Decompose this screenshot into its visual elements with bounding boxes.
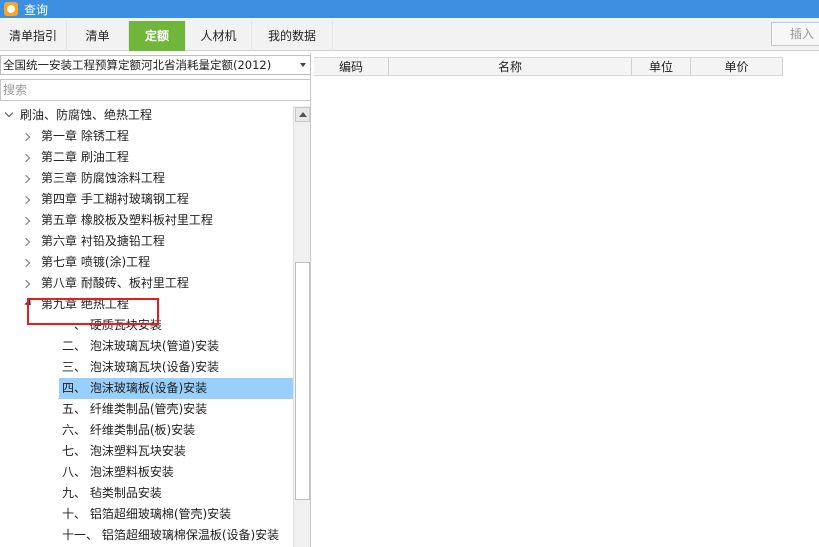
expanded-triangle-icon[interactable] — [24, 298, 34, 309]
quota-library-select[interactable]: 全国统一安装工程预算定额河北省消耗量定额(2012) — [0, 55, 311, 75]
chevron-down-icon[interactable] — [300, 63, 306, 67]
chevron-right-icon[interactable] — [21, 216, 31, 226]
tree-section-label: 九、 毡类制品安装 — [62, 486, 162, 500]
tree-section[interactable]: 二、 泡沫玻璃瓦块(管道)安装 — [0, 336, 293, 357]
tree-section[interactable]: 十一、 铝箔超细玻璃棉保温板(设备)安装 — [0, 525, 293, 546]
chevron-right-icon[interactable] — [21, 195, 31, 205]
tree-chapter[interactable]: 第六章 衬铅及搪铅工程 — [0, 231, 293, 252]
tab-quota[interactable]: 定额 — [129, 21, 186, 51]
tree-section-label: 四、 泡沫玻璃板(设备)安装 — [62, 381, 208, 395]
tree-chapter-label: 第七章 喷镀(涂)工程 — [41, 255, 151, 269]
tree-section[interactable]: 十、 铝箔超细玻璃棉(管壳)安装 — [0, 504, 293, 525]
tree-section-label: 十一、 铝箔超细玻璃棉保温板(设备)安装 — [62, 528, 280, 542]
tree-section[interactable]: 三、 泡沫玻璃瓦块(设备)安装 — [0, 357, 293, 378]
tree-section-label: 十、 铝箔超细玻璃棉(管壳)安装 — [62, 507, 232, 521]
tree-chapter[interactable]: 第八章 耐酸砖、板衬里工程 — [0, 273, 293, 294]
tree-section[interactable]: 一、 硬质瓦块安装 — [0, 315, 293, 336]
tree-root-label: 刷油、防腐蚀、绝热工程 — [20, 108, 153, 122]
window-title: 查询 — [24, 2, 49, 17]
chevron-right-icon[interactable] — [21, 279, 31, 289]
title-bar: 查询 — [0, 0, 819, 18]
tree-chapter[interactable]: 第三章 防腐蚀涂料工程 — [0, 168, 293, 189]
quota-table-panel: 编码 名称 单位 单价 — [312, 53, 819, 547]
tree-section-label: 五、 纤维类制品(管壳)安装 — [62, 402, 208, 416]
tree-chapter-expanded[interactable]: 第九章 绝热工程 — [0, 294, 293, 315]
column-header-name[interactable]: 名称 — [389, 58, 632, 76]
tree-section-label: 三、 泡沫玻璃瓦块(设备)安装 — [62, 360, 220, 374]
chevron-right-icon[interactable] — [21, 174, 31, 184]
tree-chapter-label: 第八章 耐酸砖、板衬里工程 — [41, 276, 189, 290]
table-header: 编码 名称 单位 单价 — [314, 57, 783, 76]
tab-bill[interactable]: 清单 — [67, 21, 129, 51]
tree-section-label: 六、 纤维类制品(板)安装 — [62, 423, 196, 437]
column-header-unit[interactable]: 单位 — [632, 58, 691, 76]
scroll-up-arrow-icon[interactable] — [295, 107, 310, 122]
tree-section-selected[interactable]: 四、 泡沫玻璃板(设备)安装 — [59, 378, 293, 399]
tree-chapter[interactable]: 第四章 手工糊衬玻璃钢工程 — [0, 189, 293, 210]
tree-chapter[interactable]: 第五章 橡胶板及塑料板衬里工程 — [0, 210, 293, 231]
tree-chapter-label: 第四章 手工糊衬玻璃钢工程 — [41, 192, 189, 206]
tree-chapter-label: 第一章 除锈工程 — [41, 129, 129, 143]
chevron-down-icon[interactable] — [4, 108, 14, 118]
tree-scrollbar[interactable] — [293, 106, 310, 547]
tree-section[interactable]: 九、 毡类制品安装 — [0, 483, 293, 504]
app-icon — [4, 2, 18, 16]
tree-section[interactable]: 七、 泡沫塑料瓦块安装 — [0, 441, 293, 462]
tree-section-label: 二、 泡沫玻璃瓦块(管道)安装 — [62, 339, 220, 353]
chevron-right-icon[interactable] — [21, 132, 31, 142]
tree-chapter[interactable]: 第一章 除锈工程 — [0, 126, 293, 147]
quota-library-value: 全国统一安装工程预算定额河北省消耗量定额(2012) — [3, 58, 272, 72]
tree-root[interactable]: 刷油、防腐蚀、绝热工程 — [0, 105, 293, 126]
tree-chapter[interactable]: 第二章 刷油工程 — [0, 147, 293, 168]
tree-section-label: 八、 泡沫塑料板安装 — [62, 465, 174, 479]
left-panel: 全国统一安装工程预算定额河北省消耗量定额(2012) 刷油、防腐蚀、绝热工程 第… — [0, 53, 311, 547]
column-header-code[interactable]: 编码 — [314, 58, 389, 76]
tree-section[interactable]: 五、 纤维类制品(管壳)安装 — [0, 399, 293, 420]
insert-button[interactable]: 插入 — [771, 22, 819, 46]
quota-tree: 刷油、防腐蚀、绝热工程 第一章 除锈工程 第二章 刷油工程 第三章 防腐蚀涂料工… — [0, 105, 293, 547]
tree-chapter-label: 第三章 防腐蚀涂料工程 — [41, 171, 165, 185]
tree-chapter[interactable]: 第七章 喷镀(涂)工程 — [0, 252, 293, 273]
chevron-right-icon[interactable] — [21, 153, 31, 163]
tree-chapter-label: 第五章 橡胶板及塑料板衬里工程 — [41, 213, 213, 227]
tree-section[interactable]: 六、 纤维类制品(板)安装 — [0, 420, 293, 441]
chevron-right-icon[interactable] — [21, 258, 31, 268]
scrollbar-thumb[interactable] — [295, 262, 310, 500]
search-input[interactable] — [0, 79, 311, 101]
column-header-unit-price[interactable]: 单价 — [691, 58, 783, 76]
tab-my-data[interactable]: 我的数据 — [252, 21, 333, 51]
tree-section-label: 七、 泡沫塑料瓦块安装 — [62, 444, 186, 458]
tree-section-label: 一、 硬质瓦块安装 — [62, 318, 162, 332]
tab-bill-guide[interactable]: 清单指引 — [0, 21, 67, 51]
tab-bar: 清单指引 清单 定额 人材机 我的数据 — [0, 18, 819, 51]
tree-chapter-label: 第二章 刷油工程 — [41, 150, 129, 164]
chevron-right-icon[interactable] — [21, 237, 31, 247]
tree-chapter-label: 第九章 绝热工程 — [41, 297, 129, 311]
tab-labor-material-machine[interactable]: 人材机 — [186, 21, 252, 51]
tree-section[interactable]: 八、 泡沫塑料板安装 — [0, 462, 293, 483]
tree-chapter-label: 第六章 衬铅及搪铅工程 — [41, 234, 165, 248]
